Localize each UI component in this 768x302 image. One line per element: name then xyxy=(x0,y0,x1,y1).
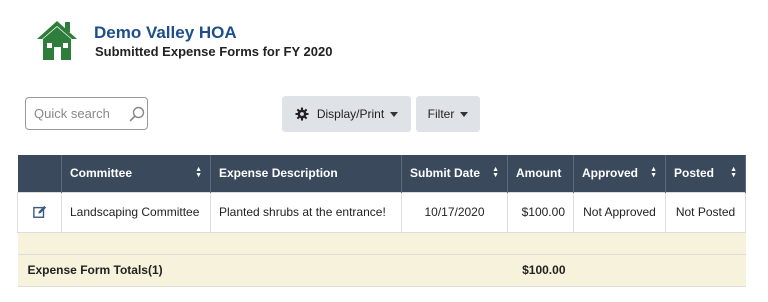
column-header-label: Expense Description xyxy=(219,166,338,181)
column-header-approved[interactable]: Approved ▲ ▼ xyxy=(573,155,666,192)
chevron-down-icon xyxy=(460,111,469,117)
column-header-edit xyxy=(17,155,62,192)
house-logo-icon xyxy=(37,21,77,60)
edit-icon[interactable] xyxy=(32,205,47,219)
description-cell: Planted shrubs at the entrance! xyxy=(210,191,402,233)
column-header-label: Posted xyxy=(674,166,715,181)
spacer-cell xyxy=(17,231,746,255)
edit-cell[interactable] xyxy=(17,191,62,233)
filter-label: Filter xyxy=(427,107,455,121)
totals-row: Expense Form Totals(1) $100.00 xyxy=(17,253,746,287)
posted-cell: Not Posted xyxy=(665,191,746,233)
column-header-label: Approved xyxy=(582,166,639,181)
org-name: Demo Valley HOA xyxy=(94,23,237,42)
column-header-label: Committee xyxy=(70,166,133,181)
display-print-label: Display/Print xyxy=(316,107,385,121)
table-spacer-row xyxy=(17,231,746,255)
filter-button[interactable]: Filter xyxy=(416,96,480,132)
sort-icon[interactable]: ▲ ▼ xyxy=(650,166,657,179)
column-header-posted[interactable]: Posted ▲ ▼ xyxy=(665,155,746,192)
table-header-row: Committee ▲ ▼ Expense Description Submit D… xyxy=(17,155,746,192)
totals-empty-cell xyxy=(573,253,746,287)
column-header-expense-description[interactable]: Expense Description xyxy=(210,155,402,192)
sort-icon[interactable]: ▲ ▼ xyxy=(730,166,737,179)
quick-search-box[interactable] xyxy=(25,97,148,130)
gear-icon xyxy=(295,107,309,121)
committee-cell: Landscaping Committee xyxy=(61,191,211,233)
column-header-submit-date[interactable]: Submit Date ▲ ▼ xyxy=(401,155,508,192)
table-row[interactable]: Landscaping Committee Planted shrubs at … xyxy=(17,191,746,233)
column-header-label: Amount xyxy=(516,166,562,181)
amount-cell: $100.00 xyxy=(507,191,574,233)
sort-icon[interactable]: ▲ ▼ xyxy=(492,166,499,179)
approved-cell: Not Approved xyxy=(573,191,666,233)
page-subtitle: Submitted Expense Forms for FY 2020 xyxy=(95,44,333,59)
search-icon[interactable] xyxy=(129,106,145,122)
quick-search-input[interactable] xyxy=(34,106,122,121)
totals-amount: $100.00 xyxy=(507,253,574,287)
column-header-committee[interactable]: Committee ▲ ▼ xyxy=(61,155,211,192)
display-print-button[interactable]: Display/Print xyxy=(282,96,411,132)
sort-icon[interactable]: ▲ ▼ xyxy=(195,166,202,179)
column-header-amount[interactable]: Amount xyxy=(507,155,574,192)
column-header-label: Submit Date xyxy=(410,166,481,181)
chevron-down-icon xyxy=(390,111,399,117)
totals-label: Expense Form Totals(1) xyxy=(17,253,508,287)
submit-date-cell: 10/17/2020 xyxy=(401,191,508,233)
expense-forms-table: Committee ▲ ▼ Expense Description Submit D… xyxy=(17,155,746,287)
